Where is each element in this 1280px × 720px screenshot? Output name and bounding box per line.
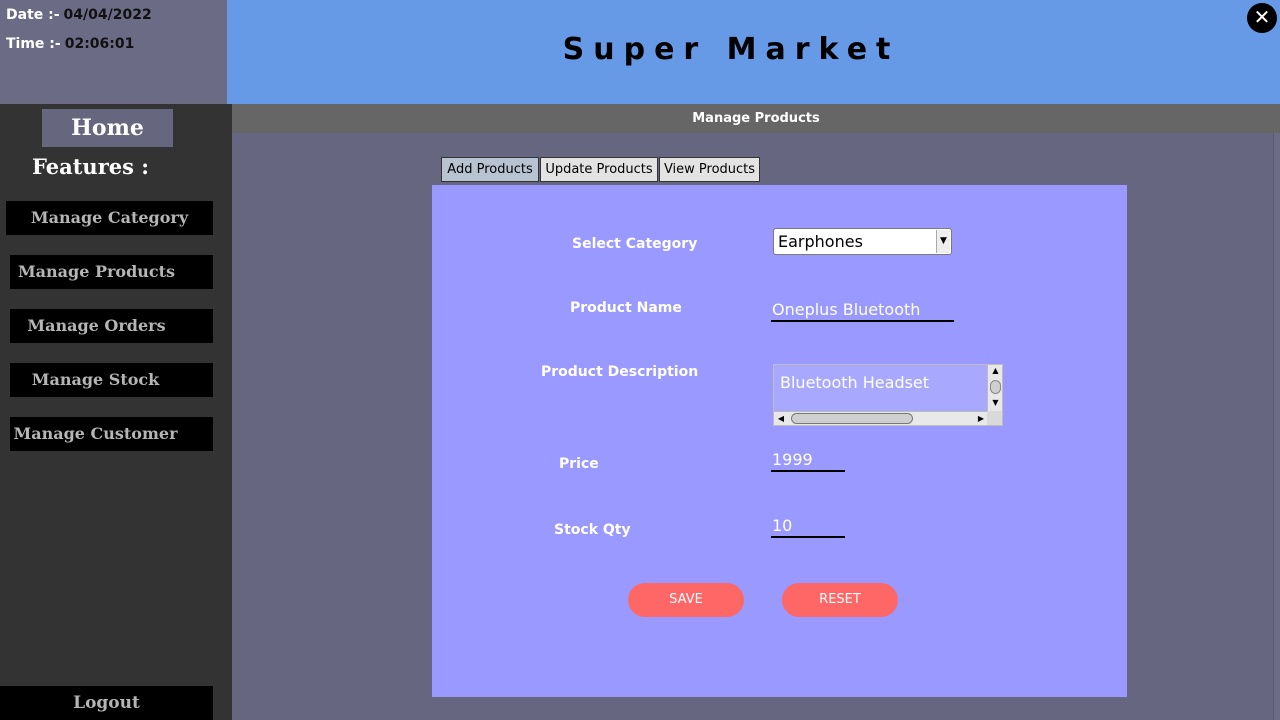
time-row: Time :- 02:06:01 bbox=[6, 36, 134, 52]
price-label: Price bbox=[559, 456, 599, 472]
sidebar: Home Features : Manage Category Manage P… bbox=[0, 104, 232, 720]
category-select[interactable]: Earphones ▼ bbox=[773, 228, 952, 255]
scroll-down-icon[interactable]: ▼ bbox=[988, 397, 1003, 409]
section-title: Manage Products bbox=[232, 104, 1280, 133]
stock-qty-label: Stock Qty bbox=[554, 522, 631, 538]
features-heading: Features : bbox=[32, 154, 150, 179]
horizontal-scroll-thumb[interactable] bbox=[791, 413, 913, 424]
sidebar-item-manage-orders[interactable]: Manage Orders bbox=[10, 309, 213, 343]
close-icon[interactable]: ✕ bbox=[1247, 3, 1277, 33]
reset-button[interactable]: RESET bbox=[782, 583, 898, 617]
chevron-down-icon[interactable]: ▼ bbox=[936, 230, 950, 253]
time-value: 02:06:01 bbox=[64, 36, 135, 52]
vertical-scroll-thumb[interactable] bbox=[990, 380, 1001, 394]
logout-button[interactable]: Logout bbox=[0, 686, 213, 720]
date-value: 04/04/2022 bbox=[63, 7, 152, 23]
description-horizontal-scrollbar[interactable]: ◀ ▶ bbox=[774, 411, 988, 425]
tab-update-products[interactable]: Update Products bbox=[540, 157, 658, 182]
app-window: Date :- 04/04/2022 Time :- 02:06:01 Super … bbox=[0, 0, 1280, 720]
scroll-right-icon[interactable]: ▶ bbox=[975, 412, 987, 426]
product-name-input[interactable] bbox=[771, 298, 954, 322]
main-scrollbar[interactable] bbox=[1273, 133, 1280, 720]
tab-view-products[interactable]: View Products bbox=[659, 157, 760, 182]
scroll-up-icon[interactable]: ▲ bbox=[988, 365, 1003, 377]
app-header: Super Market bbox=[227, 0, 1280, 104]
product-name-label: Product Name bbox=[570, 300, 682, 316]
product-description-label: Product Description bbox=[541, 364, 699, 380]
scroll-corner bbox=[987, 411, 1002, 425]
home-button[interactable]: Home bbox=[42, 109, 173, 147]
description-vertical-scrollbar[interactable]: ▲ ▼ bbox=[987, 365, 1002, 411]
price-input[interactable] bbox=[771, 449, 845, 472]
date-row: Date :- 04/04/2022 bbox=[6, 7, 152, 23]
app-title: Super Market bbox=[562, 32, 900, 67]
add-product-form bbox=[432, 185, 1127, 697]
product-description-value: Bluetooth Headset bbox=[780, 373, 930, 392]
sidebar-item-manage-category[interactable]: Manage Category bbox=[6, 201, 213, 235]
sidebar-item-manage-customer[interactable]: Manage Customer bbox=[10, 417, 213, 451]
tab-add-products[interactable]: Add Products bbox=[441, 157, 539, 182]
stock-qty-input[interactable] bbox=[771, 515, 845, 538]
scroll-left-icon[interactable]: ◀ bbox=[775, 412, 787, 426]
sidebar-item-manage-products[interactable]: Manage Products bbox=[10, 255, 213, 289]
save-button[interactable]: SAVE bbox=[628, 583, 744, 617]
time-label: Time :- bbox=[6, 36, 61, 52]
sidebar-item-manage-stock[interactable]: Manage Stock bbox=[10, 363, 213, 397]
product-description-textarea[interactable]: Bluetooth Headset ▲ ▼ ◀ ▶ bbox=[773, 364, 1003, 426]
category-label: Select Category bbox=[572, 236, 698, 252]
category-select-value: Earphones bbox=[778, 232, 863, 251]
datetime-panel: Date :- 04/04/2022 Time :- 02:06:01 bbox=[0, 0, 227, 104]
date-label: Date :- bbox=[6, 7, 60, 23]
